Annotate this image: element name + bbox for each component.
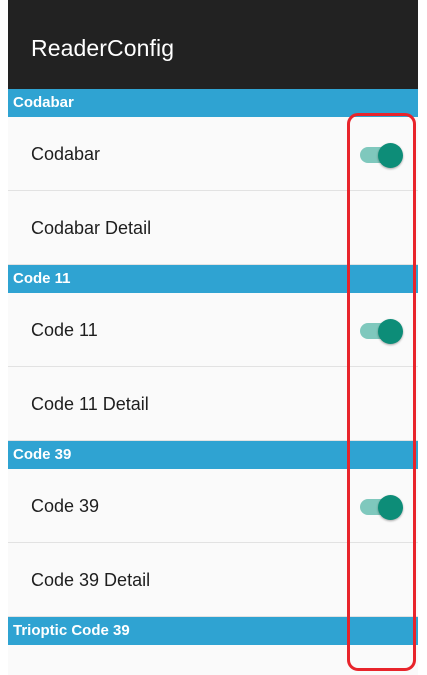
screen-frame-left: [0, 0, 8, 675]
list-item-label: Code 39 Detail: [31, 570, 151, 590]
list-item-label: Codabar Detail: [31, 218, 152, 238]
list-item-code-11-detail[interactable]: Code 11 Detail: [8, 367, 418, 441]
screen-frame-right: [418, 0, 427, 675]
section-header-codabar: Codabar: [8, 89, 418, 117]
section-header-trioptic-code-39: Trioptic Code 39: [8, 617, 418, 645]
switch-thumb: [378, 143, 403, 168]
list-item-code-39[interactable]: Code 39: [8, 469, 418, 543]
codabar-toggle-switch[interactable]: [358, 139, 406, 169]
section-header-label: Code 11: [13, 270, 71, 287]
list-item-code-11[interactable]: Code 11: [8, 293, 418, 367]
list-item-label: Code 11: [31, 320, 98, 340]
section-header-label: Code 39: [13, 446, 72, 463]
settings-list: Codabar Codabar Codabar Detail Code 11 C…: [8, 89, 418, 675]
section-header-label: Trioptic Code 39: [13, 622, 130, 639]
section-header-label: Codabar: [13, 94, 74, 111]
switch-thumb: [378, 319, 403, 344]
app-title: ReaderConfig: [31, 35, 175, 61]
section-header-code-39: Code 39: [8, 441, 418, 469]
list-item-codabar-detail[interactable]: Codabar Detail: [8, 191, 418, 265]
switch-thumb: [378, 495, 403, 520]
list-item-label: Code 11 Detail: [31, 394, 149, 414]
code-39-toggle-switch[interactable]: [358, 491, 406, 521]
list-item-label: Codabar: [31, 144, 101, 164]
app-bar: ReaderConfig: [8, 0, 418, 89]
code-11-toggle-switch[interactable]: [358, 315, 406, 345]
list-item-label: Code 39: [31, 496, 100, 516]
list-item-codabar[interactable]: Codabar: [8, 117, 418, 191]
section-header-code-11: Code 11: [8, 265, 418, 293]
list-item-code-39-detail[interactable]: Code 39 Detail: [8, 543, 418, 617]
